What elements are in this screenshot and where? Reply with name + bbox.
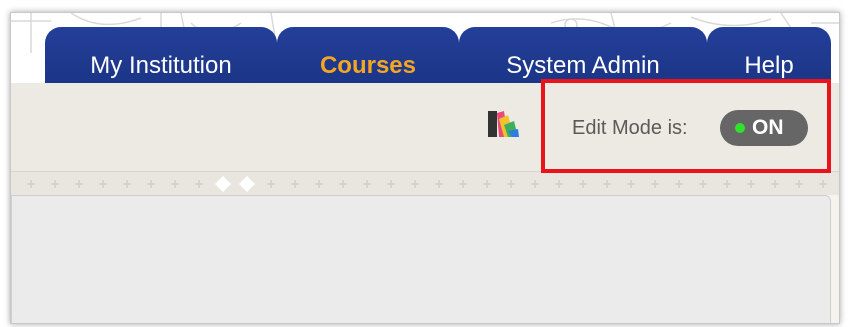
edit-mode-state: ON bbox=[752, 116, 784, 139]
content-panel bbox=[11, 195, 831, 323]
color-swatch-icon[interactable] bbox=[486, 109, 520, 139]
tab-help[interactable]: Help bbox=[707, 27, 831, 83]
plus-pattern-divider bbox=[27, 176, 827, 192]
tab-system-admin[interactable]: System Admin bbox=[459, 27, 707, 83]
tab-courses[interactable]: Courses bbox=[277, 27, 459, 83]
screenshot-frame: My Institution Courses System Admin Help… bbox=[10, 12, 840, 324]
status-dot-icon bbox=[735, 123, 745, 133]
decorative-divider bbox=[11, 171, 839, 196]
tab-my-institution[interactable]: My Institution bbox=[45, 27, 277, 83]
edit-mode-toggle[interactable]: ON bbox=[720, 110, 808, 146]
page-toolbar: Edit Mode is: ON bbox=[11, 83, 839, 171]
main-nav-tabs: My Institution Courses System Admin Help bbox=[11, 27, 839, 83]
edit-mode-label: Edit Mode is: bbox=[572, 117, 688, 139]
